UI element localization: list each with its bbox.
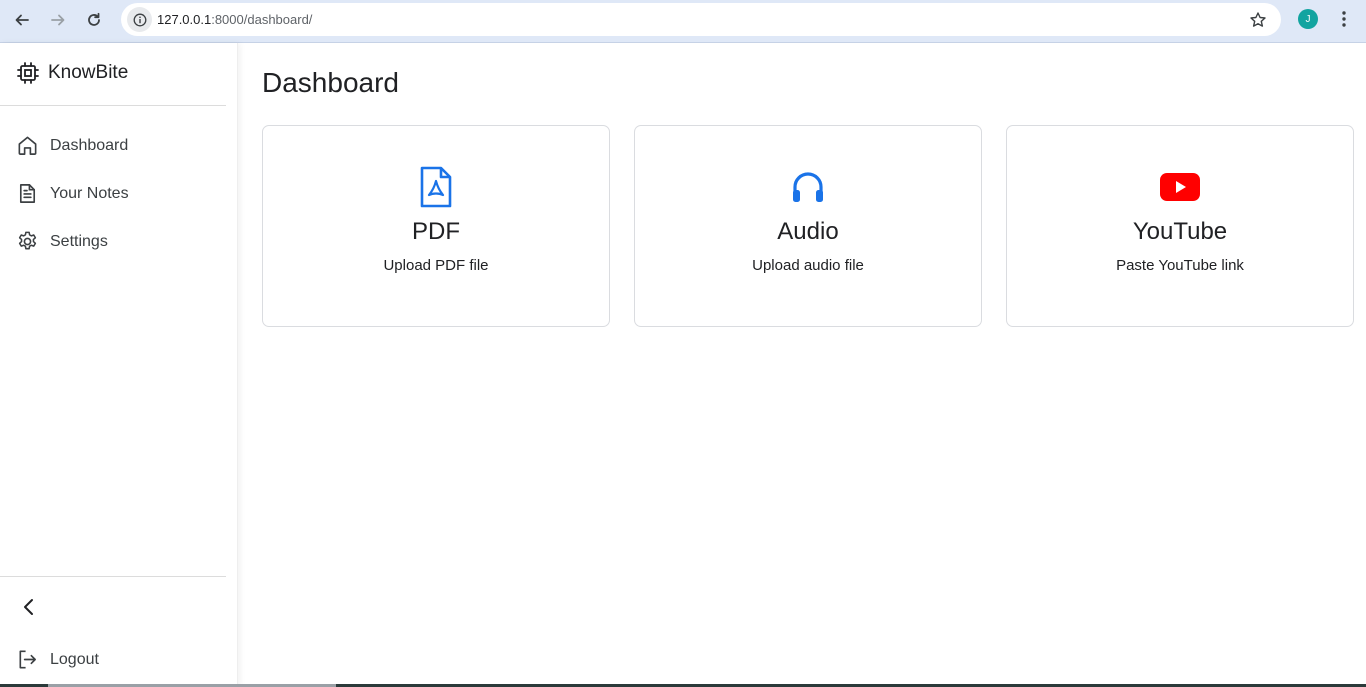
arrow-right-icon	[51, 14, 65, 26]
sidebar-item-dashboard[interactable]: Dashboard	[16, 134, 128, 157]
card-title: Audio	[777, 218, 839, 245]
card-subtitle: Upload PDF file	[383, 257, 489, 274]
site-info-button[interactable]	[127, 7, 152, 32]
url-host: 127.0.0.1	[157, 12, 212, 27]
youtube-link-card[interactable]: YouTube Paste YouTube link	[1006, 125, 1354, 327]
browser-toolbar: 127.0.0.1:8000/dashboard/ J	[0, 0, 1366, 43]
url-text: 127.0.0.1:8000/dashboard/	[157, 12, 312, 27]
back-button[interactable]	[9, 7, 35, 33]
reload-icon	[88, 12, 100, 26]
arrow-left-icon	[15, 14, 29, 26]
pdf-upload-card[interactable]: PDF Upload PDF file	[262, 125, 610, 327]
home-icon	[18, 136, 37, 155]
card-title: YouTube	[1132, 218, 1228, 245]
main-content: Dashboard PDF Upload PDF file Audio Uplo…	[238, 43, 1366, 687]
sidebar-divider	[0, 105, 226, 106]
bookmark-star-icon[interactable]	[1249, 11, 1267, 29]
profile-avatar[interactable]: J	[1298, 9, 1318, 29]
cpu-chip-icon	[17, 62, 39, 84]
browser-menu-button[interactable]	[1334, 9, 1354, 29]
brand[interactable]: KnowBite	[16, 61, 128, 85]
sidebar: KnowBite Dashboard Your Notes Settings L…	[0, 43, 238, 687]
logout-label: Logout	[50, 650, 99, 668]
document-icon	[19, 184, 36, 203]
sidebar-divider	[0, 576, 226, 577]
headphones-icon	[787, 166, 829, 208]
sidebar-item-settings[interactable]: Settings	[16, 230, 108, 253]
logout-button[interactable]: Logout	[16, 648, 99, 671]
info-icon	[133, 13, 146, 26]
pdf-file-icon	[415, 166, 457, 208]
brand-name: KnowBite	[48, 62, 129, 83]
gear-icon	[18, 231, 37, 250]
card-subtitle: Paste YouTube link	[1116, 257, 1244, 274]
address-bar[interactable]: 127.0.0.1:8000/dashboard/	[121, 3, 1281, 36]
forward-button[interactable]	[45, 7, 71, 33]
card-subtitle: Upload audio file	[752, 257, 864, 274]
sidebar-item-label: Your Notes	[50, 184, 129, 202]
sidebar-item-label: Dashboard	[50, 136, 129, 154]
chevron-left-icon[interactable]	[18, 596, 40, 618]
sidebar-item-your-notes[interactable]: Your Notes	[16, 182, 129, 205]
reload-button[interactable]	[81, 7, 107, 33]
logout-icon	[19, 650, 36, 669]
sidebar-item-label: Settings	[50, 232, 108, 250]
url-path: :8000/dashboard/	[211, 12, 313, 27]
page-title: Dashboard	[262, 67, 399, 98]
audio-upload-card[interactable]: Audio Upload audio file	[634, 125, 982, 327]
card-title: PDF	[412, 218, 460, 245]
youtube-icon	[1159, 166, 1201, 208]
more-vert-icon	[1342, 11, 1346, 27]
